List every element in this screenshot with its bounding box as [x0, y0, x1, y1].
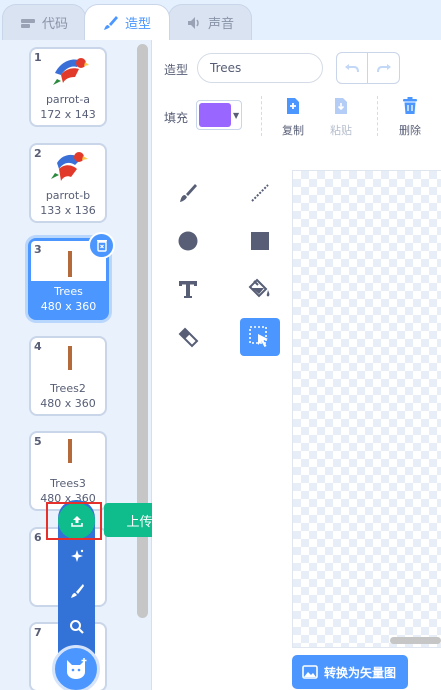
tab-bar: 代码 造型 声音 — [0, 0, 441, 40]
costume-card[interactable]: 5 Trees3 480 x 360 — [29, 431, 107, 511]
costume-index: 2 — [34, 147, 42, 160]
paint-bucket-icon — [248, 278, 270, 298]
costume-name: parrot-b — [45, 189, 91, 202]
tab-sounds[interactable]: 声音 — [168, 4, 252, 40]
costume-size: 480 x 360 — [40, 300, 97, 313]
paint-icon — [70, 584, 84, 598]
tab-costumes-label: 造型 — [124, 17, 151, 32]
image-icon — [302, 665, 318, 679]
costume-card[interactable]: 4 Trees2 480 x 360 — [29, 336, 107, 416]
copy-button[interactable]: 复制 — [271, 96, 315, 138]
fill-color-picker[interactable]: ▼ — [196, 100, 242, 130]
select-tool[interactable] — [240, 318, 280, 356]
eraser-icon — [178, 327, 199, 348]
choose-costume-button[interactable] — [52, 645, 100, 690]
circle-tool[interactable] — [168, 222, 208, 260]
cat-icon — [67, 658, 87, 679]
search-button[interactable] — [58, 609, 95, 645]
delete-button[interactable]: 删除 — [388, 96, 432, 138]
costume-size: 133 x 136 — [40, 204, 96, 217]
convert-to-vector-button[interactable]: 转换为矢量图 — [292, 655, 408, 689]
text-tool[interactable] — [168, 270, 208, 308]
surprise-icon — [70, 549, 83, 562]
tree-trunk-thumbnail — [68, 251, 72, 277]
text-icon — [179, 281, 197, 298]
costume-index: 3 — [34, 243, 42, 256]
convert-label: 转换为矢量图 — [324, 665, 397, 680]
tab-costumes[interactable]: 造型 — [84, 4, 170, 40]
fill-tool[interactable] — [240, 270, 280, 308]
costume-card[interactable]: 2 parrot-b 133 x 136 — [29, 143, 107, 223]
fill-label: 填充 — [164, 111, 189, 125]
tab-sounds-label: 声音 — [207, 17, 234, 32]
undo-icon — [345, 64, 359, 73]
fill-color-swatch — [199, 103, 231, 127]
sound-icon — [187, 16, 199, 29]
brush-icon — [103, 15, 118, 30]
redo-icon — [376, 64, 391, 73]
costume-size: 172 x 143 — [40, 108, 96, 121]
costume-name: parrot-a — [45, 93, 91, 106]
search-icon — [69, 620, 84, 634]
rectangle-tool[interactable] — [240, 222, 280, 260]
trash-icon — [403, 97, 417, 114]
chevron-down-icon: ▼ — [233, 111, 240, 120]
upload-highlight-box — [46, 502, 102, 540]
costume-name: Trees3 — [50, 477, 86, 490]
costume-name: Trees2 — [50, 382, 86, 395]
costume-index: 5 — [34, 435, 42, 448]
code-icon — [20, 18, 35, 28]
divider — [377, 96, 378, 136]
paste-icon — [335, 98, 347, 114]
costume-index: 1 — [34, 51, 42, 64]
redo-button[interactable] — [368, 52, 400, 84]
paste-button[interactable]: 粘贴 — [319, 96, 363, 138]
brush-tool[interactable] — [168, 174, 208, 212]
costume-card[interactable]: 1 parrot-a 172 x 143 — [29, 47, 107, 127]
copy-label: 复制 — [282, 124, 304, 137]
divider — [261, 96, 262, 136]
undo-button[interactable] — [336, 52, 368, 84]
costume-size: 480 x 360 — [40, 397, 96, 410]
costume-index: 7 — [34, 626, 42, 639]
delete-costume-button[interactable] — [88, 232, 115, 259]
line-tool[interactable] — [240, 174, 280, 212]
paste-label: 粘贴 — [330, 124, 352, 137]
rectangle-icon — [251, 232, 269, 250]
circle-icon — [178, 231, 198, 251]
delete-label: 删除 — [399, 124, 421, 137]
costume-index: 4 — [34, 340, 42, 353]
surprise-button[interactable] — [58, 538, 95, 574]
select-icon — [249, 326, 268, 347]
tree-trunk-thumbnail — [68, 346, 72, 370]
paint-button[interactable] — [58, 573, 95, 609]
line-icon — [251, 184, 269, 202]
paint-canvas[interactable] — [292, 170, 441, 648]
canvas-scrollbar[interactable] — [390, 637, 441, 644]
tree-trunk-thumbnail — [68, 439, 72, 463]
parrot-thumbnail — [51, 152, 88, 181]
trash-icon — [96, 240, 107, 252]
costume-name: Trees — [54, 285, 83, 298]
tab-code[interactable]: 代码 — [2, 4, 86, 40]
copy-icon — [287, 98, 299, 114]
costume-name-label: 造型 — [164, 63, 189, 77]
costume-name-input[interactable]: Trees — [197, 53, 323, 83]
parrot-thumbnail — [53, 58, 89, 85]
costume-index: 6 — [34, 531, 42, 544]
brush-icon — [180, 184, 197, 202]
tab-code-label: 代码 — [41, 17, 68, 32]
eraser-tool[interactable] — [168, 318, 208, 356]
